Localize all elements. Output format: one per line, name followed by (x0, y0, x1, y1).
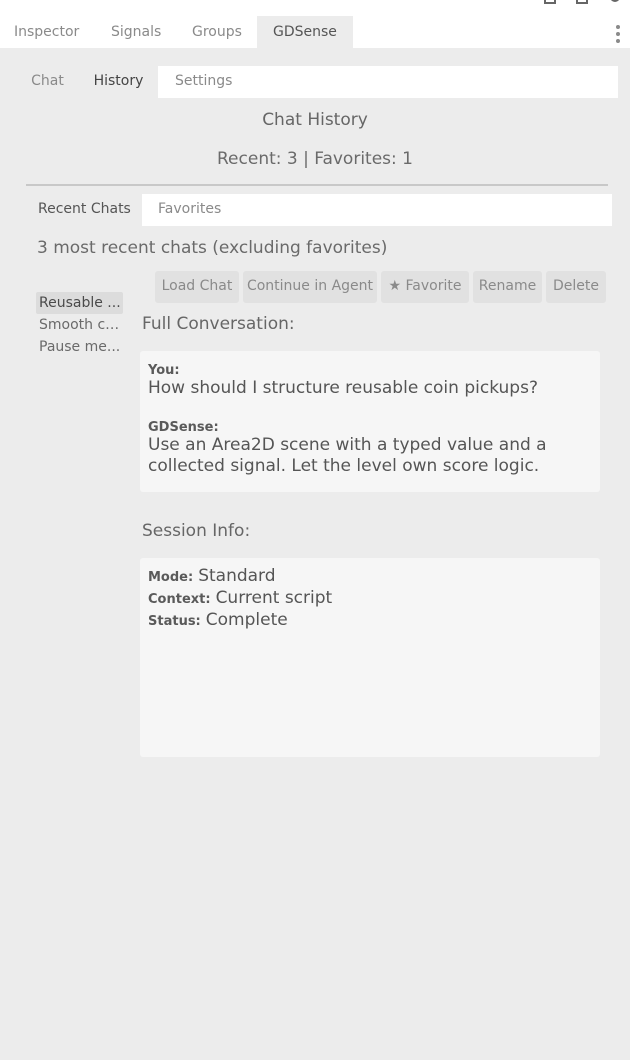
user-label: You: (148, 363, 180, 378)
recent-chat-list: Reusable ... Smooth ca... Pause me... (36, 292, 126, 358)
window-icon[interactable] (576, 0, 588, 4)
tab-favorites[interactable]: Favorites (158, 194, 221, 226)
dock-icon[interactable] (544, 0, 556, 4)
page-title: Chat History (262, 110, 368, 130)
dock-tab-bar: Inspector Signals Groups GDSense (0, 0, 630, 48)
tab-groups[interactable]: Groups (192, 16, 242, 48)
search-icon[interactable] (610, 0, 620, 2)
list-item[interactable]: Smooth ca... (36, 314, 126, 336)
session-context: Context: Current script (148, 588, 592, 610)
context-label: Context: (148, 592, 211, 607)
tab-inspector[interactable]: Inspector (14, 16, 79, 48)
session-heading: Session Info: (142, 521, 251, 541)
tab-history[interactable]: History (79, 66, 158, 98)
rename-button[interactable]: Rename (473, 271, 542, 303)
more-options-icon[interactable] (616, 25, 621, 43)
status-label: Status: (148, 614, 201, 629)
gdsense-dock: Inspector Signals Groups GDSense Chat Hi… (0, 0, 630, 1060)
divider (26, 184, 608, 186)
status-value: Complete (205, 610, 288, 630)
continue-in-agent-button[interactable]: Continue in Agent (243, 271, 377, 303)
delete-button[interactable]: Delete (546, 271, 606, 303)
plugin-tab-bar: Chat History Settings (16, 66, 618, 98)
tab-signals[interactable]: Signals (111, 16, 161, 48)
list-item[interactable]: Reusable ... (36, 292, 123, 314)
recent-subtitle: 3 most recent chats (excluding favorites… (37, 238, 388, 258)
tab-gdsense[interactable]: GDSense (257, 16, 353, 48)
session-status: Status: Complete (148, 610, 592, 632)
session-mode: Mode: Standard (148, 566, 592, 588)
history-tab-bar: Recent Chats Favorites (26, 194, 612, 226)
favorite-button[interactable]: ★ Favorite (381, 271, 469, 303)
assistant-message: Use an Area2D scene with a typed value a… (148, 435, 547, 476)
conversation-panel: You: How should I structure reusable coi… (140, 351, 600, 492)
mode-label: Mode: (148, 570, 194, 585)
tab-settings[interactable]: Settings (175, 66, 232, 98)
tab-recent-chats[interactable]: Recent Chats (26, 194, 142, 226)
load-chat-button[interactable]: Load Chat (155, 271, 239, 303)
history-counts: Recent: 3 | Favorites: 1 (217, 149, 413, 169)
mode-value: Standard (198, 566, 276, 586)
context-value: Current script (215, 588, 333, 608)
assistant-label: GDSense: (148, 420, 219, 435)
tab-chat[interactable]: Chat (16, 66, 79, 98)
user-message: How should I structure reusable coin pic… (148, 378, 538, 398)
list-item[interactable]: Pause me... (36, 336, 126, 358)
conversation-heading: Full Conversation: (142, 314, 295, 334)
session-panel: Mode: Standard Context: Current script Sta… (140, 558, 600, 757)
